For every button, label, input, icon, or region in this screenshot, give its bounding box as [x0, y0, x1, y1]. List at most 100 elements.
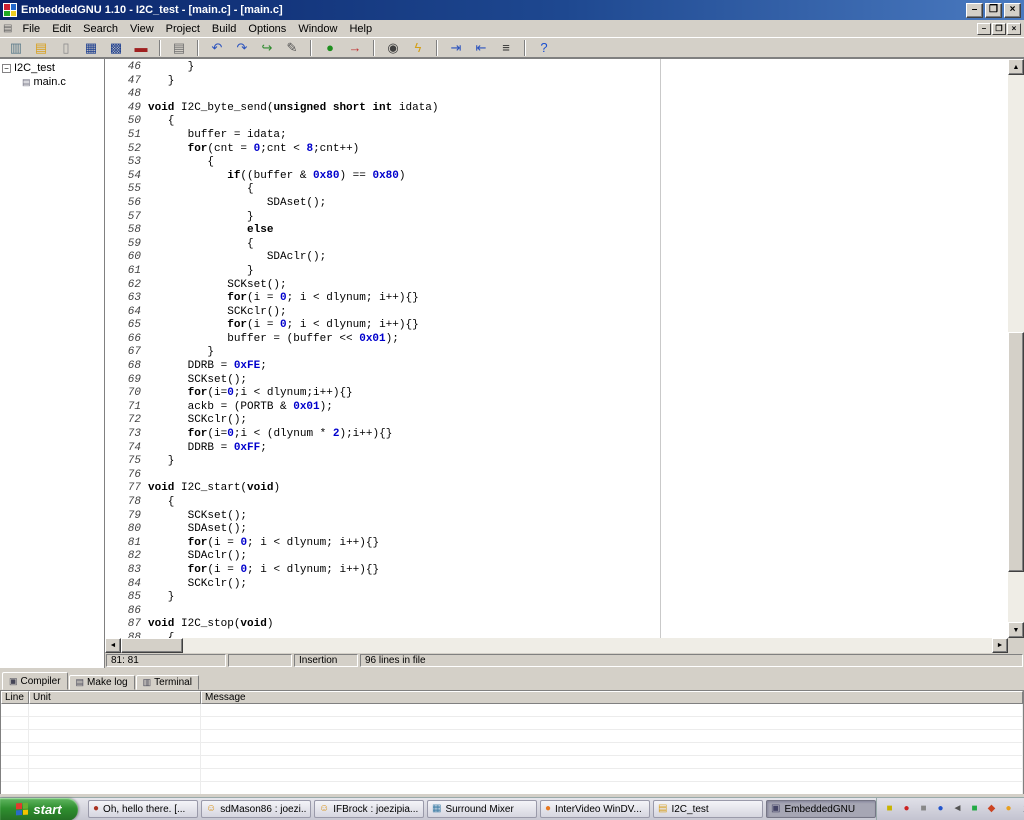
code-line[interactable]: void I2C_start(void): [148, 482, 1008, 496]
tray-app-icon-6[interactable]: ◆: [985, 802, 998, 816]
taskbar-task-i2c-test[interactable]: ▤I2C_test: [653, 800, 763, 818]
code-line[interactable]: buffer = (buffer << 0x01);: [148, 333, 1008, 347]
tab-terminal[interactable]: ▥Terminal: [136, 675, 199, 690]
code-line[interactable]: }: [148, 455, 1008, 469]
code-line[interactable]: [148, 605, 1008, 619]
code-line[interactable]: for(i = 0; i < dlynum; i++){}: [148, 319, 1008, 333]
menu-project[interactable]: Project: [160, 22, 206, 36]
new-file-icon[interactable]: ▯: [55, 39, 77, 57]
code-line[interactable]: [148, 88, 1008, 102]
window-close-button[interactable]: ×: [1004, 3, 1021, 18]
tray-app-icon-1[interactable]: ■: [883, 802, 896, 816]
tray-app-icon-7[interactable]: ●: [1002, 802, 1015, 816]
code-editor[interactable]: 4647484950515253545556575859606162636465…: [105, 59, 1024, 638]
menu-view[interactable]: View: [124, 22, 160, 36]
taskbar-task-oh-hello-there[interactable]: ●Oh, hello there. [...: [88, 800, 198, 818]
taskbar-task-ifbrock-joezipia[interactable]: ☺IFBrock : joezipia...: [314, 800, 424, 818]
collapse-icon[interactable]: −: [2, 64, 11, 73]
print-icon[interactable]: ▤: [168, 39, 190, 57]
vertical-scrollbar[interactable]: ▲ ▼: [1008, 59, 1024, 638]
title-bar[interactable]: EmbeddedGNU 1.10 - I2C_test - [main.c] -…: [0, 0, 1024, 20]
edit-source-icon[interactable]: ✎: [281, 39, 303, 57]
code-line[interactable]: void I2C_byte_send(unsigned short int id…: [148, 102, 1008, 116]
code-line[interactable]: {: [148, 115, 1008, 129]
tree-node-file[interactable]: ▤ main.c: [2, 76, 102, 88]
code-line[interactable]: for(i = 0; i < dlynum; i++){}: [148, 292, 1008, 306]
tab-compiler[interactable]: ▣Compiler: [2, 672, 68, 690]
tray-app-icon-3[interactable]: ■: [917, 802, 930, 816]
make-icon[interactable]: ϟ: [407, 39, 429, 57]
window-restore-button[interactable]: ❐: [985, 3, 1002, 18]
code-line[interactable]: }: [148, 591, 1008, 605]
horizontal-scrollbar[interactable]: ◄ ►: [105, 638, 1024, 653]
code-line[interactable]: if((buffer & 0x80) == 0x80): [148, 170, 1008, 184]
code-line[interactable]: SCKset();: [148, 510, 1008, 524]
unindent-icon[interactable]: ⇤: [470, 39, 492, 57]
code-line[interactable]: for(i=0;i < dlynum;i++){}: [148, 387, 1008, 401]
code-line[interactable]: for(cnt = 0;cnt < 8;cnt++): [148, 143, 1008, 157]
taskbar-task-intervideo-windv[interactable]: ●InterVideo WinDV...: [540, 800, 650, 818]
code-line[interactable]: }: [148, 346, 1008, 360]
scroll-right-button[interactable]: ►: [992, 638, 1008, 653]
code-line[interactable]: {: [148, 156, 1008, 170]
search-icon[interactable]: ◉: [382, 39, 404, 57]
vertical-scroll-thumb[interactable]: [1008, 332, 1024, 572]
code-line[interactable]: buffer = idata;: [148, 129, 1008, 143]
taskbar-task-embeddedgnu[interactable]: ▣EmbeddedGNU: [766, 800, 876, 818]
undo-icon[interactable]: ↶: [206, 39, 228, 57]
taskbar-task-surround-mixer[interactable]: ▦Surround Mixer: [427, 800, 537, 818]
code-line[interactable]: }: [148, 265, 1008, 279]
code-line[interactable]: SDAclr();: [148, 251, 1008, 265]
editor-window-icon[interactable]: ▥: [5, 39, 27, 57]
code-line[interactable]: }: [148, 61, 1008, 75]
menu-edit[interactable]: Edit: [46, 22, 77, 36]
code-line[interactable]: SDAset();: [148, 523, 1008, 537]
taskbar-task-sdmason86-joezi[interactable]: ☺sdMason86 : joezi...: [201, 800, 311, 818]
scroll-left-button[interactable]: ◄: [105, 638, 121, 653]
menu-file[interactable]: File: [16, 22, 46, 36]
menu-help[interactable]: Help: [343, 22, 378, 36]
code-line[interactable]: {: [148, 238, 1008, 252]
column-header-message[interactable]: Message: [201, 691, 1023, 704]
code-line[interactable]: else: [148, 224, 1008, 238]
window-minimize-button[interactable]: –: [966, 3, 983, 18]
mdi-close-button[interactable]: ×: [1007, 23, 1021, 35]
menu-options[interactable]: Options: [242, 22, 292, 36]
column-header-unit[interactable]: Unit: [29, 691, 201, 704]
editor-code-area[interactable]: } } void I2C_byte_send(unsigned short in…: [148, 59, 1008, 638]
download-icon[interactable]: →: [344, 39, 366, 57]
horizontal-scroll-track[interactable]: [121, 638, 992, 653]
code-line[interactable]: DDRB = 0xFE;: [148, 360, 1008, 374]
indent-icon[interactable]: ⇥: [445, 39, 467, 57]
vertical-scroll-track[interactable]: [1008, 75, 1024, 622]
code-line[interactable]: {: [148, 183, 1008, 197]
tray-app-icon-5[interactable]: ■: [968, 802, 981, 816]
menu-window[interactable]: Window: [292, 22, 343, 36]
code-line[interactable]: void I2C_stop(void): [148, 618, 1008, 632]
code-line[interactable]: SCKclr();: [148, 578, 1008, 592]
code-line[interactable]: for(i = 0; i < dlynum; i++){}: [148, 564, 1008, 578]
code-line[interactable]: SCKset();: [148, 279, 1008, 293]
code-line[interactable]: for(i = 0; i < dlynum; i++){}: [148, 537, 1008, 551]
mdi-restore-button[interactable]: ❐: [992, 23, 1006, 35]
code-line[interactable]: SCKset();: [148, 374, 1008, 388]
horizontal-scroll-thumb[interactable]: [121, 638, 183, 653]
scroll-up-button[interactable]: ▲: [1008, 59, 1024, 75]
scroll-down-button[interactable]: ▼: [1008, 622, 1024, 638]
mdi-minimize-button[interactable]: –: [977, 23, 991, 35]
menu-build[interactable]: Build: [206, 22, 242, 36]
code-line[interactable]: SCKclr();: [148, 306, 1008, 320]
code-line[interactable]: SDAset();: [148, 197, 1008, 211]
volume-icon[interactable]: ◄: [951, 802, 964, 816]
code-line[interactable]: DDRB = 0xFF;: [148, 442, 1008, 456]
open-folder-icon[interactable]: ▤: [30, 39, 52, 57]
help-icon[interactable]: ?: [533, 39, 555, 57]
compile-icon[interactable]: ●: [319, 39, 341, 57]
tree-node-project[interactable]: − I2C_test: [2, 62, 102, 74]
redo-icon[interactable]: ↷: [231, 39, 253, 57]
code-line[interactable]: }: [148, 211, 1008, 225]
code-line[interactable]: for(i=0;i < (dlynum * 2);i++){}: [148, 428, 1008, 442]
code-line[interactable]: }: [148, 75, 1008, 89]
close-file-icon[interactable]: ▬: [130, 39, 152, 57]
tray-app-icon-2[interactable]: ●: [900, 802, 913, 816]
